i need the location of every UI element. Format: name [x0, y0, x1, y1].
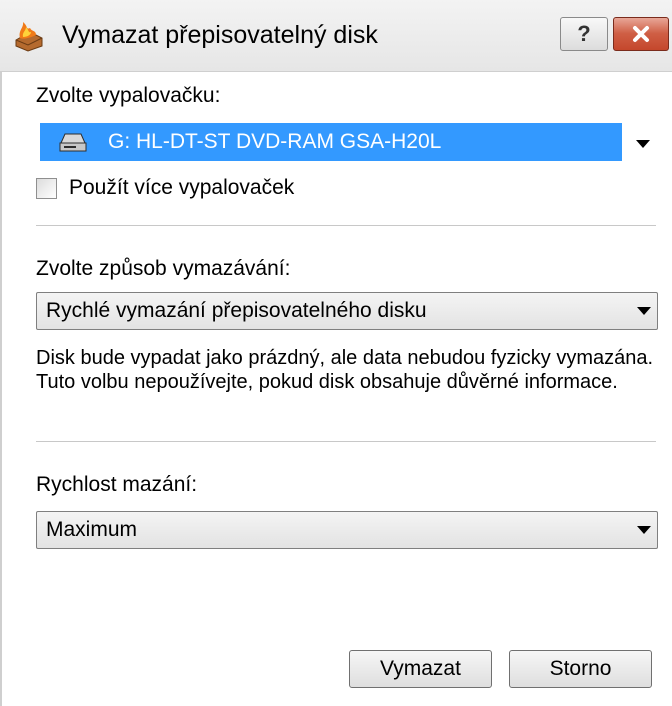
optical-drive-icon — [59, 133, 87, 152]
burner-label: Zvolte vypalovačku: — [36, 84, 221, 107]
multi-burner-label: Použít více vypalovaček — [69, 176, 295, 199]
erase-method-select[interactable]: Rychlé vymazání přepisovatelného disku — [36, 292, 658, 330]
close-icon — [633, 26, 649, 42]
cancel-button[interactable]: Storno — [509, 650, 652, 688]
dropdown-arrow-icon[interactable] — [637, 526, 651, 534]
speed-label: Rychlost mazání: — [36, 473, 198, 496]
burner-select[interactable]: G: HL-DT-ST DVD-RAM GSA-H20L — [35, 118, 657, 166]
divider — [36, 225, 656, 226]
erase-method-value: Rychlé vymazání přepisovatelného disku — [46, 299, 427, 322]
window-border — [0, 72, 2, 706]
dropdown-arrow-icon[interactable] — [636, 140, 650, 148]
close-button[interactable] — [613, 17, 669, 51]
erase-method-description: Disk bude vypadat jako prázdný, ale data… — [36, 347, 654, 393]
erase-method-label: Zvolte způsob vymazávání: — [36, 257, 291, 280]
burner-selected-item[interactable]: G: HL-DT-ST DVD-RAM GSA-H20L — [40, 123, 622, 161]
help-button[interactable]: ? — [560, 17, 608, 51]
speed-select[interactable]: Maximum — [36, 511, 658, 549]
dropdown-arrow-icon[interactable] — [637, 307, 651, 315]
burner-selected-text: G: HL-DT-ST DVD-RAM GSA-H20L — [108, 130, 442, 153]
multi-burner-checkbox[interactable] — [36, 178, 57, 199]
window-title: Vymazat přepisovatelný disk — [62, 21, 378, 49]
title-bar: Vymazat přepisovatelný disk ? — [0, 0, 672, 72]
speed-value: Maximum — [46, 518, 138, 541]
burner-flame-icon — [15, 22, 43, 52]
divider — [36, 441, 656, 442]
help-icon: ? — [577, 21, 591, 46]
erase-button[interactable]: Vymazat — [349, 650, 492, 688]
